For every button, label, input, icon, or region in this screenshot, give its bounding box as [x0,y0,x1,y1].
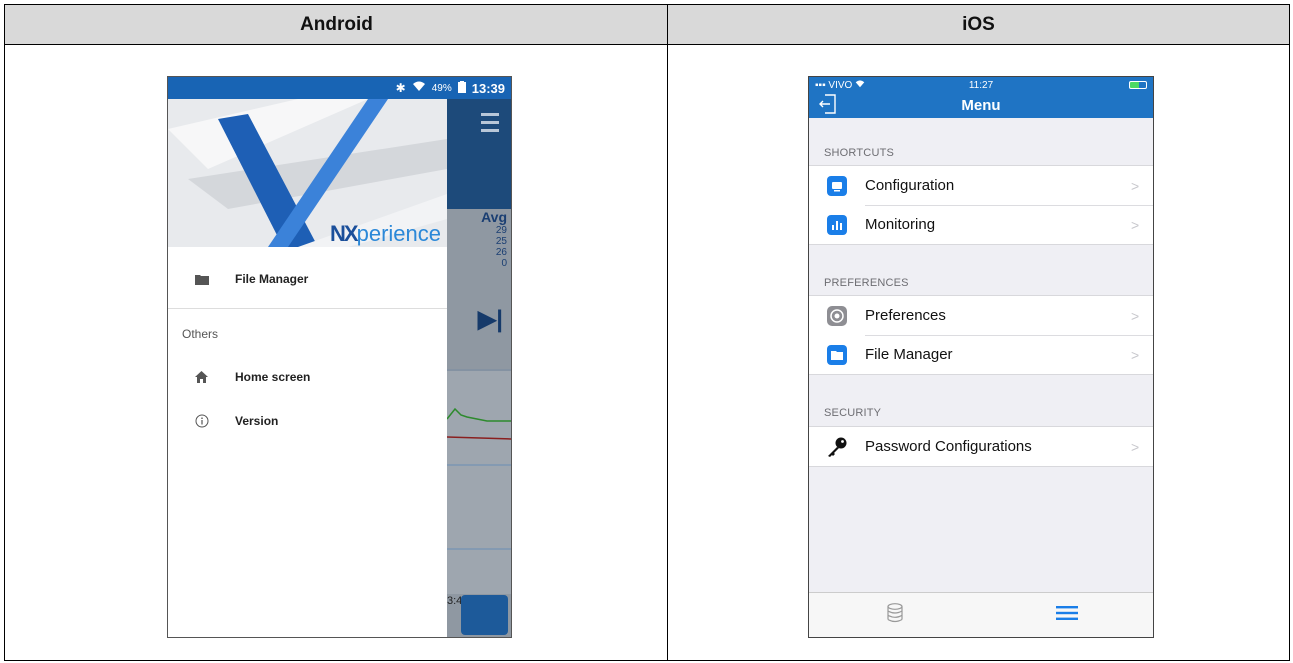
bluetooth-icon: ✱ [395,81,406,95]
group-security: Password Configurations > [809,426,1153,467]
tab-database[interactable] [809,593,981,637]
folder-icon [809,344,865,365]
row-file-manager[interactable]: File Manager > [809,335,1153,374]
database-icon [887,602,903,628]
signal-icon: ▪▪▪ [815,79,826,91]
android-screen: ✱ 49% 13:39 Avg 29 25 26 0 ▶| 3:40 NXper… [167,76,512,638]
wifi-icon [412,81,426,95]
row-monitoring[interactable]: Monitoring > [809,205,1153,244]
chevron-right-icon: > [1131,438,1140,455]
battery-icon [1036,81,1148,89]
avg-value: 25 [495,236,507,247]
ios-clock: 11:27 [968,79,994,91]
settings-gear-icon [809,305,865,326]
hamburger-menu-icon[interactable] [481,113,499,137]
drawer-item-label: File Manager [235,272,309,286]
chevron-right-icon: > [1131,307,1140,324]
android-status-bar: ✱ 49% 13:39 [168,77,511,99]
drawer-item-home-screen[interactable]: Home screen [168,359,447,395]
carrier-label: ▪▪▪ VIVO [815,80,926,91]
drawer-section-others: Others [182,327,219,341]
header-ios: iOS [667,4,1290,45]
hamburger-menu-icon [1056,605,1078,625]
chevron-right-icon: > [1131,177,1140,194]
row-label: Preferences [865,307,946,324]
ios-nav-bar: Menu [809,93,1153,118]
skip-next-icon[interactable]: ▶| [478,305,503,334]
chevron-right-icon: > [1131,216,1140,233]
wifi-icon [855,79,865,91]
nav-title: Menu [961,97,1001,114]
ios-menu-body: SHORTCUTS Configuration > Monitoring > P… [809,118,1153,615]
row-label: Monitoring [865,216,936,233]
header-android: Android [4,4,668,45]
drawer-item-version[interactable]: Version [168,403,447,439]
row-label: Password Configurations [865,438,1032,455]
info-icon [168,414,235,428]
drawer-divider [168,308,447,309]
avg-value: 0 [501,258,507,269]
group-shortcuts: Configuration > Monitoring > [809,165,1153,245]
drawer-item-file-manager[interactable]: File Manager [168,261,447,297]
avg-label: Avg [481,209,507,225]
background-app-content: Avg 29 25 26 0 ▶| 3:40 [446,99,511,637]
drawer-banner: NXperience [168,99,447,247]
folder-icon [168,274,235,285]
row-password-configurations[interactable]: Password Configurations > [809,427,1153,466]
ios-top-bar: ▪▪▪ VIVO 11:27 Menu [809,77,1153,118]
ios-tab-bar [809,592,1153,637]
logout-icon[interactable] [819,94,837,118]
row-label: Configuration [865,177,955,194]
ios-screen: ▪▪▪ VIVO 11:27 Menu SHORTCUTS Configurat… [808,76,1154,638]
key-icon [809,436,865,458]
android-clock: 13:39 [471,80,505,96]
chevron-right-icon: > [1131,346,1140,363]
background-chart [446,369,511,594]
monitoring-icon [809,214,865,235]
ios-status-bar: ▪▪▪ VIVO 11:27 [809,77,1153,93]
row-configuration[interactable]: Configuration > [809,166,1153,205]
group-preferences: Preferences > File Manager > [809,295,1153,375]
drawer-item-label: Home screen [235,370,311,384]
avg-value: 26 [495,247,507,258]
configuration-icon [809,175,865,196]
section-preferences: PREFERENCES [824,277,909,289]
drawer-item-label: Version [235,414,279,428]
section-shortcuts: SHORTCUTS [824,147,895,159]
battery-icon [457,80,466,96]
battery-percent: 49% [431,82,452,94]
nxperience-logo: NXperience [330,221,441,246]
background-app-toolbar [447,99,511,209]
home-icon [168,371,235,383]
row-label: File Manager [865,346,953,363]
avg-column: Avg 29 25 26 0 [447,209,511,269]
section-security: SECURITY [824,407,882,419]
navigation-drawer: NXperience File Manager Others Home scre… [168,99,447,637]
avg-value: 29 [495,225,507,236]
row-preferences[interactable]: Preferences > [809,296,1153,335]
tab-menu[interactable] [981,593,1153,637]
background-action-button[interactable] [461,595,508,635]
